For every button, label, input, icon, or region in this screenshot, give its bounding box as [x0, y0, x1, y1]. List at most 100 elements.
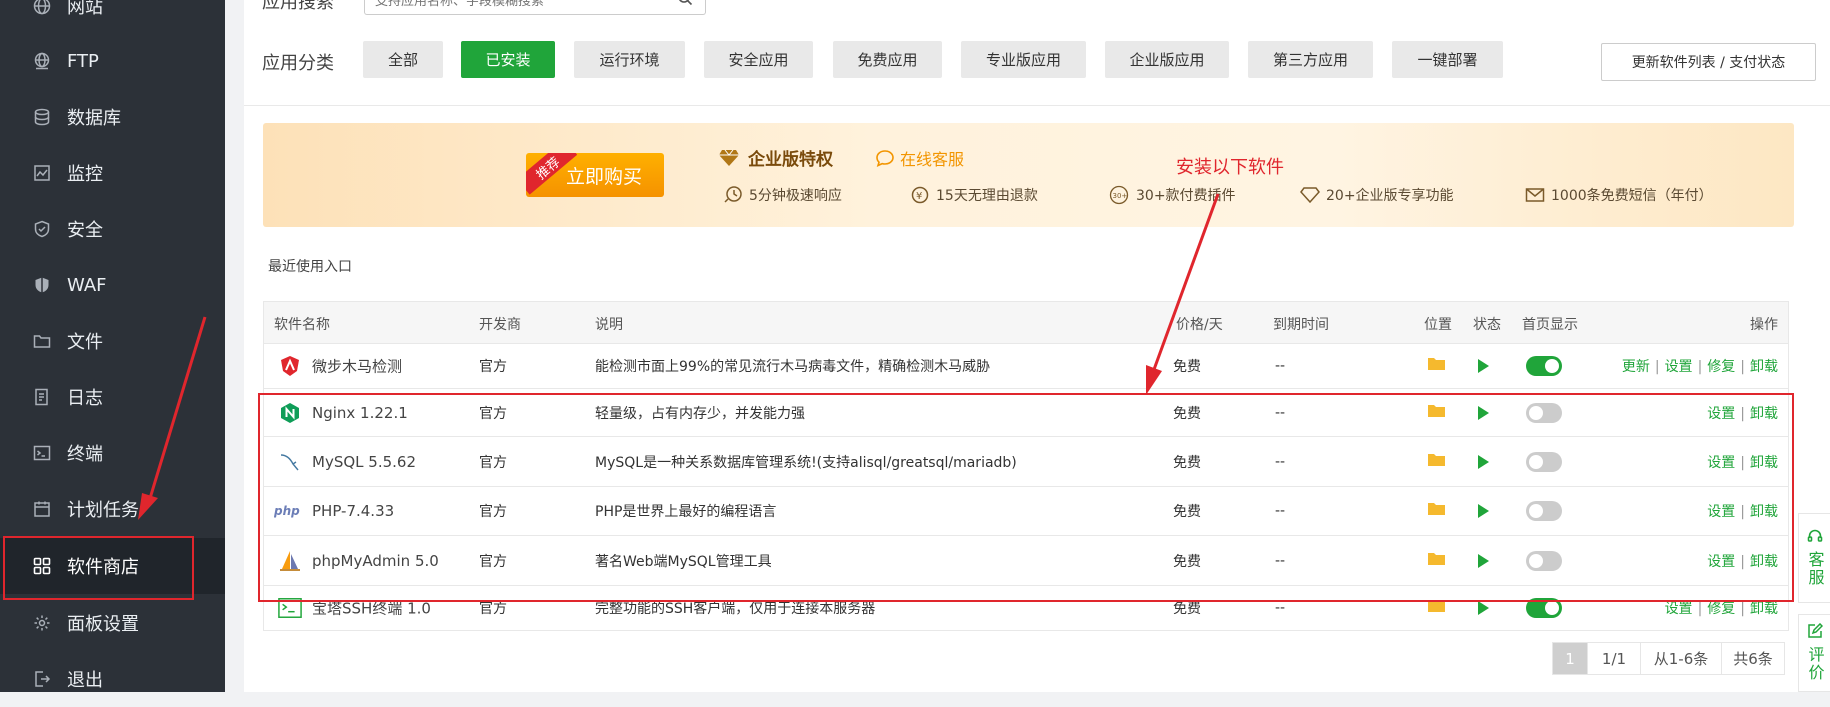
settings-link[interactable]: 设置	[1665, 601, 1693, 617]
play-icon[interactable]	[1478, 359, 1489, 373]
expire-time: --	[1275, 600, 1286, 616]
table-row: 微步木马检测 官方 能检测市面上99%的常见流行木马病毒文件，精确检测木马威胁 …	[263, 344, 1789, 389]
header-desc: 说明	[595, 317, 623, 333]
sidebar-item-label: 监控	[67, 164, 103, 185]
svg-text:¥: ¥	[916, 191, 922, 202]
folder-icon[interactable]	[1427, 356, 1447, 376]
sidebar-item-label: 文件	[67, 332, 103, 353]
category-enterprise-apps[interactable]: 企业版应用	[1105, 41, 1229, 78]
search-input[interactable]	[365, 0, 665, 12]
uninstall-link[interactable]: 卸载	[1750, 359, 1778, 375]
feature-enterprise-functions: 20+企业版专享功能	[1300, 185, 1454, 205]
review-tab[interactable]: 评价	[1798, 614, 1830, 692]
online-service-link[interactable]: 在线客服	[875, 146, 964, 170]
customer-service-label: 客服	[1805, 551, 1825, 587]
mail-icon	[1525, 188, 1545, 202]
sidebar-item-database[interactable]: 数据库	[0, 89, 225, 145]
category-third-party-apps[interactable]: 第三方应用	[1248, 41, 1373, 78]
database-icon	[32, 107, 52, 127]
category-one-click-deploy[interactable]: 一键部署	[1392, 41, 1503, 78]
highlight-box-rows	[258, 393, 1794, 602]
pagination-total: 共6条	[1721, 642, 1785, 675]
update-software-list-button[interactable]: 更新软件列表 / 支付状态	[1601, 43, 1816, 81]
category-security-apps[interactable]: 安全应用	[704, 41, 813, 78]
repair-link[interactable]: 修复	[1707, 359, 1735, 375]
customer-service-tab[interactable]: 客服	[1798, 513, 1830, 603]
buy-now-button[interactable]: 推荐 立即购买	[526, 153, 664, 197]
feature-free-sms: 1000条免费短信（年付）	[1525, 185, 1713, 205]
sidebar-item-label: 终端	[67, 444, 103, 465]
home-display-toggle[interactable]	[1526, 356, 1562, 376]
category-all[interactable]: 全部	[363, 41, 443, 78]
sidebar-item-ftp[interactable]: FTP	[0, 33, 225, 89]
sidebar-item-label: 安全	[67, 220, 103, 241]
pagination-current[interactable]: 1	[1552, 642, 1588, 675]
sidebar-item-panel-settings[interactable]: 面板设置	[0, 595, 225, 651]
feature-refund: ¥ 15天无理由退款	[910, 185, 1038, 205]
sidebar-item-waf[interactable]: WAF	[0, 257, 225, 313]
table-header: 软件名称 开发商 说明 价格/天 到期时间 位置 状态 首页显示 操作	[263, 301, 1789, 344]
ftp-globe-icon	[32, 51, 52, 71]
pagination-pages: 1/1	[1587, 642, 1641, 675]
weibu-logo-icon	[278, 354, 302, 378]
annotation-arrow-sidebar	[138, 316, 207, 520]
uninstall-link[interactable]: 卸载	[1750, 601, 1778, 617]
enterprise-banner: 推荐 立即购买 企业版特权 在线客服 5分钟极速响应 ¥ 15天无理由退款 30…	[263, 123, 1794, 227]
headset-icon	[1807, 528, 1823, 548]
category-runtime[interactable]: 运行环境	[574, 41, 685, 78]
log-icon	[32, 387, 52, 407]
sidebar-item-label: 数据库	[67, 108, 121, 129]
plugin-icon: 30+	[1109, 185, 1129, 205]
edit-icon	[1807, 622, 1823, 643]
sidebar-item-monitor[interactable]: 监控	[0, 145, 225, 201]
annotation-text: 安装以下软件	[1176, 157, 1284, 178]
category-free-apps[interactable]: 免费应用	[833, 41, 942, 78]
refund-icon: ¥	[911, 186, 929, 204]
settings-link[interactable]: 设置	[1665, 359, 1693, 375]
sidebar-item-label: WAF	[67, 274, 107, 296]
header-name: 软件名称	[274, 317, 330, 333]
repair-link[interactable]: 修复	[1707, 601, 1735, 617]
category-label: 应用分类	[262, 53, 334, 74]
search-icon[interactable]	[677, 0, 693, 10]
operations: 更新 | 设置 | 修复 | 卸载	[1621, 359, 1778, 375]
sidebar-item-label: 日志	[67, 388, 103, 409]
svg-text:30+: 30+	[1113, 192, 1128, 200]
header-location: 位置	[1424, 317, 1452, 333]
sidebar-item-label: 退出	[67, 670, 103, 691]
gear-icon	[32, 613, 52, 633]
shield-icon	[32, 219, 52, 239]
waf-shield-icon	[32, 275, 52, 295]
play-icon[interactable]	[1478, 601, 1489, 615]
sidebar-item-security[interactable]: 安全	[0, 201, 225, 257]
folder-icon	[32, 331, 52, 351]
category-pro-apps[interactable]: 专业版应用	[961, 41, 1086, 78]
chat-icon	[876, 150, 894, 167]
recent-entry-label: 最近使用入口	[268, 259, 352, 275]
enterprise-title: 企业版特权	[718, 145, 833, 170]
buy-now-label: 立即购买	[565, 165, 642, 188]
sidebar-item-label: 面板设置	[67, 614, 139, 635]
header-operations: 操作	[1750, 317, 1778, 333]
clock-icon	[724, 186, 742, 203]
sidebar-item-label: 网站	[67, 0, 103, 18]
search-input-box[interactable]	[364, 0, 706, 15]
update-link[interactable]: 更新	[1622, 359, 1650, 375]
header-expire: 到期时间	[1273, 317, 1329, 333]
header-dev: 开发商	[479, 317, 521, 333]
sidebar-item-label: 计划任务	[67, 500, 139, 521]
annotation-arrow-rows	[1146, 193, 1220, 395]
logout-icon	[32, 669, 52, 689]
calendar-icon	[32, 499, 52, 519]
sidebar-item-label: FTP	[67, 50, 99, 72]
sidebar-item-website[interactable]: 网站	[0, 0, 225, 34]
expire-time: --	[1275, 358, 1286, 374]
diamond-outline-icon	[1300, 187, 1320, 204]
terminal-icon	[32, 443, 52, 463]
review-label: 评价	[1805, 646, 1825, 682]
globe-icon	[32, 0, 52, 16]
header-status: 状态	[1473, 317, 1501, 333]
sidebar-item-logout[interactable]: 退出	[0, 651, 225, 707]
developer: 官方	[479, 359, 507, 375]
category-installed[interactable]: 已安装	[461, 41, 555, 78]
